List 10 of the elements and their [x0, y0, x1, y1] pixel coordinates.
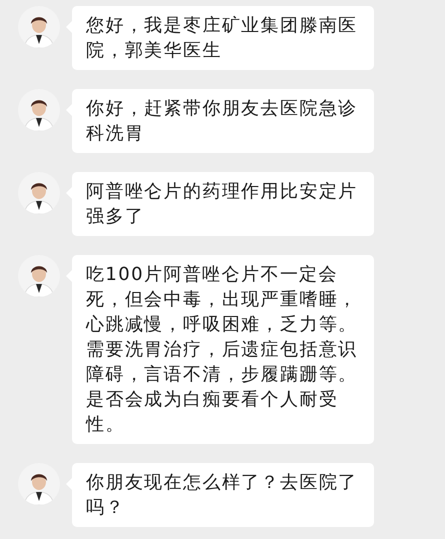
message-bubble: 您好，我是枣庄矿业集团滕南医院，郭美华医生 — [72, 6, 374, 70]
message-bubble: 吃100片阿普唑仑片不一定会死，但会中毒，出现严重嗜睡，心跳减慢，呼吸困难，乏力等。需要洗胃治疗，后遗症包括意识障碍，言语不清，步履蹒跚等。是否会成为白痴要看个人耐受性。 — [72, 255, 374, 444]
avatar — [18, 255, 60, 297]
message-bubble: 你好，赶紧带你朋友去医院急诊科洗胃 — [72, 89, 374, 153]
message-bubble: 阿普唑仑片的药理作用比安定片强多了 — [72, 172, 374, 236]
avatar — [18, 6, 60, 48]
avatar — [18, 463, 60, 505]
message-bubble: 你朋友现在怎么样了？去医院了吗？ — [72, 463, 374, 527]
avatar — [18, 89, 60, 131]
avatar — [18, 172, 60, 214]
